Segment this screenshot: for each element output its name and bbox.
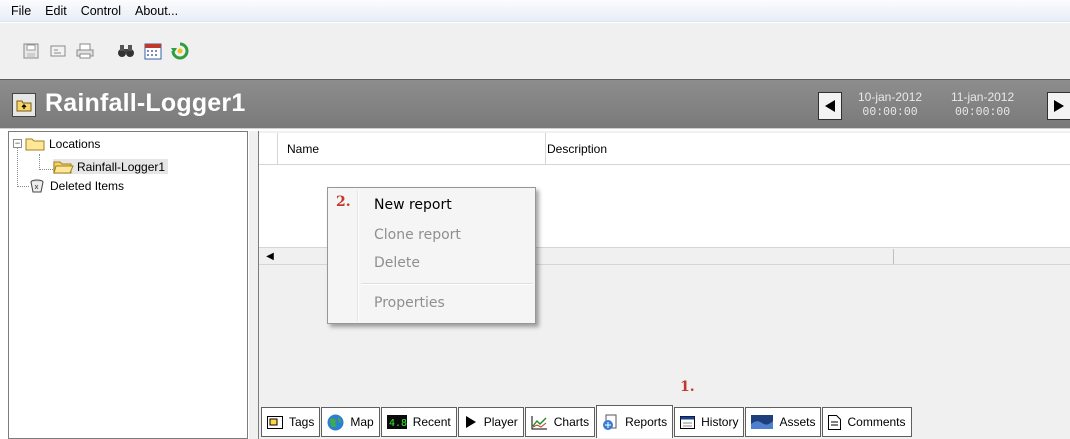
date-to: 11-jan-2012 00:00:00 [951, 90, 1015, 119]
tab-map[interactable]: Map [321, 407, 380, 437]
menu-item-delete[interactable]: Delete [374, 255, 420, 271]
calendar-icon[interactable] [142, 40, 164, 62]
menu-item-new-report[interactable]: New report [374, 197, 452, 213]
reports-icon [602, 414, 619, 431]
menu-control[interactable]: Control [74, 1, 128, 21]
menu-edit[interactable]: Edit [38, 1, 74, 21]
next-period-button[interactable] [1047, 92, 1070, 120]
tab-history[interactable]: History [674, 407, 745, 437]
binoculars-icon[interactable] [115, 40, 137, 62]
scroll-left-icon[interactable]: ◀ [262, 249, 278, 264]
tree-item-deleted-items[interactable]: Deleted Items [29, 178, 124, 194]
page-title: Rainfall-Logger1 [45, 89, 246, 117]
globe-icon [327, 414, 344, 431]
menu-file[interactable]: File [4, 1, 38, 21]
collapse-toggle[interactable]: − [13, 139, 22, 148]
tab-player[interactable]: Player [457, 407, 524, 437]
menu-item-properties[interactable]: Properties [374, 295, 445, 311]
menu-item-clone-report[interactable]: Clone report [374, 227, 461, 243]
step-marker-2: 2. [336, 194, 351, 210]
menu-separator [361, 283, 533, 285]
tags-icon [267, 415, 283, 429]
digital-display-icon: 4.8 [386, 415, 407, 429]
trash-icon [29, 178, 45, 194]
refresh-icon[interactable] [169, 40, 191, 62]
location-tree: − Locations Rainfall-Logger1 Deleted Ite… [8, 131, 248, 439]
chart-icon [531, 415, 548, 430]
print-icon[interactable] [74, 40, 96, 62]
open-folder-icon [53, 159, 74, 174]
tab-comments[interactable]: Comments [822, 407, 912, 437]
tab-reports[interactable]: Reports [596, 405, 674, 438]
previous-period-button[interactable] [818, 92, 842, 120]
date-from: 10-jan-2012 00:00:00 [858, 90, 923, 119]
tab-recent[interactable]: 4.8 Recent [380, 407, 457, 437]
panel-splitter[interactable] [249, 131, 258, 439]
menu-bar: File Edit Control About... [0, 0, 1070, 22]
folder-icon [25, 136, 45, 151]
tab-charts[interactable]: Charts [524, 407, 596, 437]
triangle-right-icon [1054, 100, 1064, 112]
folder-up-icon [16, 100, 32, 112]
menu-about[interactable]: About... [128, 1, 185, 21]
tree-item-locations[interactable]: − Locations [13, 136, 100, 151]
tab-tags[interactable]: Tags [261, 407, 321, 437]
toolbar [0, 23, 1070, 79]
column-header-name[interactable]: Name [279, 133, 546, 165]
grid-header: Name Description [259, 133, 1070, 165]
properties-icon[interactable] [47, 40, 69, 62]
folder-up-button[interactable] [12, 93, 36, 117]
tab-assets[interactable]: Assets [745, 407, 822, 437]
context-menu: 2. New report Clone report Delete Proper… [327, 187, 536, 324]
svg-text:4.8: 4.8 [389, 418, 407, 429]
column-header-description[interactable]: Description [547, 133, 1067, 165]
play-icon [464, 416, 478, 428]
step-marker-1: 1. [680, 379, 695, 395]
tree-item-rainfall-logger1[interactable]: Rainfall-Logger1 [53, 159, 169, 174]
document-icon [828, 414, 842, 430]
assets-icon [751, 415, 774, 429]
view-tabs: Tags Map 4.8 Recent Player Charts Report… [261, 403, 913, 438]
triangle-left-icon [825, 100, 835, 112]
history-icon [680, 415, 696, 429]
save-icon[interactable] [20, 40, 42, 62]
location-title-bar: Rainfall-Logger1 10-jan-2012 00:00:00 11… [0, 79, 1070, 129]
